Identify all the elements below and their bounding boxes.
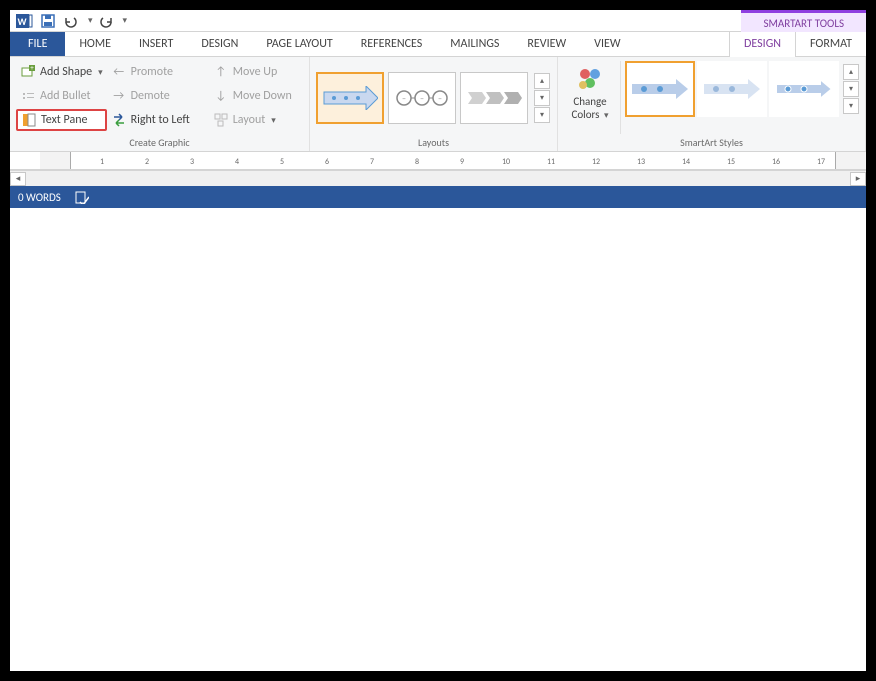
add-shape-caret[interactable]: ▾ xyxy=(98,67,103,78)
promote-icon: ← xyxy=(111,64,127,80)
move-down-button: ↓ Move Down xyxy=(209,85,303,107)
word-count[interactable]: 0 WORDS xyxy=(18,191,61,204)
add-shape-icon: + xyxy=(20,64,36,80)
redo-button[interactable] xyxy=(97,11,117,31)
styles-scroll-down[interactable]: ▾ xyxy=(843,81,859,97)
svg-text:16: 16 xyxy=(772,157,780,167)
contextual-tools-label: SMARTART TOOLS xyxy=(741,10,866,32)
layout-icon xyxy=(213,112,229,128)
style-thumb-3[interactable] xyxy=(769,61,839,117)
svg-text:–: – xyxy=(402,94,406,104)
svg-text:3: 3 xyxy=(190,157,194,167)
svg-text:7: 7 xyxy=(370,157,374,167)
tab-view[interactable]: VIEW xyxy=(580,32,634,56)
layout-thumb-3[interactable] xyxy=(460,72,528,124)
layout-thumb-2[interactable]: ––– xyxy=(388,72,456,124)
svg-text:W: W xyxy=(17,15,27,28)
undo-more-caret[interactable]: ▾ xyxy=(88,15,93,26)
move-up-icon: ↑ xyxy=(213,64,229,80)
move-up-button: ↑ Move Up xyxy=(209,61,303,83)
svg-text:15: 15 xyxy=(727,157,735,167)
save-button[interactable] xyxy=(38,11,58,31)
svg-text:10: 10 xyxy=(502,157,510,167)
svg-text:1: 1 xyxy=(100,157,104,167)
demote-label: Demote xyxy=(131,89,170,103)
promote-label: Promote xyxy=(131,65,173,79)
svg-text:6: 6 xyxy=(325,157,329,167)
rtl-icon xyxy=(111,112,127,128)
change-colors-l1: Change xyxy=(573,95,606,108)
text-pane-icon xyxy=(21,112,37,128)
svg-text:–: – xyxy=(438,94,442,104)
move-up-label: Move Up xyxy=(233,65,278,79)
layouts-scroll-down[interactable]: ▾ xyxy=(534,90,550,106)
svg-text:5: 5 xyxy=(280,157,284,167)
tab-review[interactable]: REVIEW xyxy=(513,32,580,56)
qat-customize-caret[interactable]: ▾ xyxy=(123,15,128,26)
svg-text:+: + xyxy=(30,65,34,72)
move-down-icon: ↓ xyxy=(213,88,229,104)
rtl-label: Right to Left xyxy=(131,113,190,127)
text-pane-button[interactable]: Text Pane xyxy=(16,109,107,131)
styles-more[interactable]: ▾ xyxy=(843,98,859,114)
create-graphic-group-label: Create Graphic xyxy=(16,134,303,149)
tab-file[interactable]: FILE xyxy=(10,32,65,56)
add-shape-label: Add Shape xyxy=(40,65,92,79)
add-bullet-label: Add Bullet xyxy=(40,89,91,103)
style-thumb-2[interactable] xyxy=(697,61,767,117)
layouts-more[interactable]: ▾ xyxy=(534,107,550,123)
layout-thumb-1[interactable] xyxy=(316,72,384,124)
svg-text:11: 11 xyxy=(547,157,555,167)
add-bullet-icon xyxy=(20,88,36,104)
layout-button: Layout ▾ xyxy=(209,109,303,131)
layouts-group-label: Layouts xyxy=(316,134,551,149)
tab-design[interactable]: DESIGN xyxy=(187,32,252,56)
styles-group-label: SmartArt Styles xyxy=(564,134,859,149)
change-colors-l2: Colors ▾ xyxy=(572,108,609,121)
layouts-scroll-up[interactable]: ▴ xyxy=(534,73,550,89)
tab-references[interactable]: REFERENCES xyxy=(347,32,437,56)
promote-button: ← Promote xyxy=(107,61,209,83)
style-thumb-1[interactable] xyxy=(625,61,695,117)
svg-text:4: 4 xyxy=(235,157,239,167)
tab-mailings[interactable]: MAILINGS xyxy=(436,32,513,56)
horizontal-ruler[interactable]: 123 456 789 101112 131415 1617 xyxy=(10,152,866,170)
tab-insert[interactable]: INSERT xyxy=(125,32,187,56)
add-shape-button[interactable]: + Add Shape ▾ xyxy=(16,61,107,83)
tab-smartart-format[interactable]: FORMAT xyxy=(796,32,866,56)
svg-text:14: 14 xyxy=(682,157,690,167)
layout-label: Layout xyxy=(233,113,266,127)
svg-text:8: 8 xyxy=(415,157,419,167)
styles-scroll-up[interactable]: ▴ xyxy=(843,64,859,80)
scroll-left-button[interactable]: ◂ xyxy=(10,172,26,186)
tab-smartart-design[interactable]: DESIGN xyxy=(729,32,796,56)
svg-text:13: 13 xyxy=(637,157,645,167)
add-bullet-button: Add Bullet xyxy=(16,85,107,107)
svg-text:17: 17 xyxy=(817,157,825,167)
text-pane-label: Text Pane xyxy=(41,113,88,127)
change-colors-icon xyxy=(575,65,605,95)
change-colors-button[interactable]: Change Colors ▾ xyxy=(564,61,616,121)
word-app-icon: W xyxy=(14,11,34,31)
right-to-left-button[interactable]: Right to Left xyxy=(107,109,209,131)
scroll-right-button[interactable]: ▸ xyxy=(850,172,866,186)
move-down-label: Move Down xyxy=(233,89,292,103)
svg-text:12: 12 xyxy=(592,157,600,167)
tab-page-layout[interactable]: PAGE LAYOUT xyxy=(252,32,346,56)
tab-home[interactable]: HOME xyxy=(65,32,125,56)
svg-text:9: 9 xyxy=(460,157,464,167)
proofing-icon[interactable] xyxy=(75,190,89,204)
horizontal-scrollbar[interactable]: ◂ ▸ xyxy=(10,170,866,186)
undo-button[interactable] xyxy=(62,11,82,31)
demote-button: → Demote xyxy=(107,85,209,107)
demote-icon: → xyxy=(111,88,127,104)
svg-text:–: – xyxy=(420,94,424,104)
svg-text:2: 2 xyxy=(145,157,149,167)
